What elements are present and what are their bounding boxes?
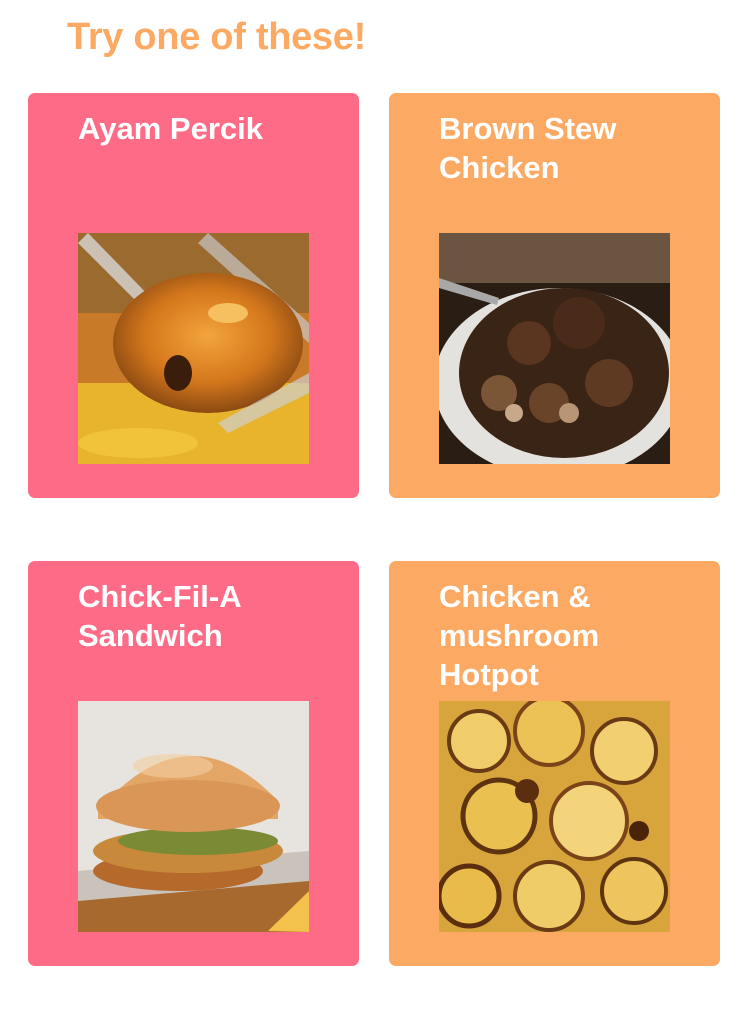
- recipe-card-chicken-mushroom-hotpot[interactable]: Chicken & mushroom Hotpot: [389, 561, 720, 966]
- recipe-card-brown-stew-chicken[interactable]: Brown Stew Chicken: [389, 93, 720, 498]
- recipe-title: Ayam Percik: [78, 111, 263, 146]
- chicken-mushroom-hotpot-photo: [439, 701, 670, 932]
- recipe-card-ayam-percik[interactable]: Ayam Percik: [28, 93, 359, 498]
- recipe-photo[interactable]: [78, 233, 309, 464]
- recipe-photo[interactable]: [439, 701, 670, 932]
- ayam-percik-photo: [78, 233, 309, 464]
- chick-fil-a-sandwich-photo: [78, 701, 309, 932]
- recipe-title: Chick-Fil-A Sandwich: [78, 579, 241, 653]
- page-heading: Try one of these!: [67, 16, 366, 58]
- recipe-photo[interactable]: [78, 701, 309, 932]
- recipe-photo[interactable]: [439, 233, 670, 464]
- recipe-title: Chicken & mushroom Hotpot: [439, 579, 600, 692]
- recipe-card-chick-fil-a-sandwich[interactable]: Chick-Fil-A Sandwich: [28, 561, 359, 966]
- recipe-title: Brown Stew Chicken: [439, 111, 617, 185]
- brown-stew-chicken-photo: [439, 233, 670, 464]
